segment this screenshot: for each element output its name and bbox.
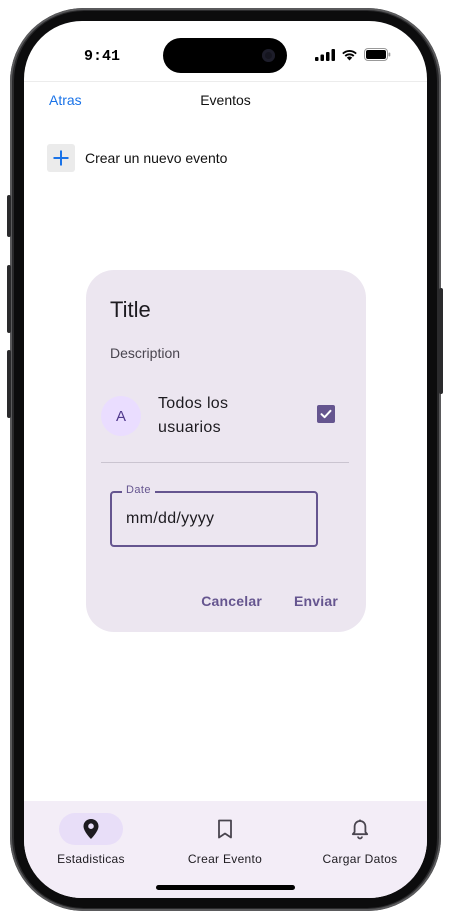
add-button[interactable] [47,144,75,172]
dialog-title-field[interactable]: Title [110,297,151,323]
bottom-navigation: Estadisticas Crear Evento Cargar Datos [24,801,427,898]
nav-label-crear-evento: Crear Evento [187,852,263,866]
cancel-button[interactable]: Cancelar [201,593,262,609]
avatar: A [101,396,141,436]
volume-up-button [7,265,11,333]
nav-item-estadisticas[interactable]: Estadisticas [24,813,158,866]
nav-item-crear-evento[interactable]: Crear Evento [158,813,292,866]
nav-label-estadisticas: Estadisticas [57,852,125,866]
status-time: 9:41 [84,48,121,65]
home-indicator[interactable] [156,885,295,890]
all-users-checkbox[interactable] [317,405,335,423]
plus-icon [53,150,69,166]
all-users-label: Todos los usuarios [158,395,229,436]
date-field[interactable]: Date [110,484,318,547]
bookmark-icon [218,819,232,839]
nav-item-cargar-datos[interactable]: Cargar Datos [293,813,427,866]
submit-button[interactable]: Enviar [294,593,338,609]
all-users-item[interactable]: A Todos los usuarios [101,392,349,444]
dialog-description-field[interactable]: Description [110,345,180,361]
create-event-label: Crear un nuevo evento [85,150,228,166]
nav-active-indicator [59,813,123,845]
wifi-icon [342,49,357,60]
create-event-row[interactable]: Crear un nuevo evento [47,144,227,172]
volume-down-button [7,350,11,418]
nav-header: Atras Eventos [24,81,427,117]
create-event-dialog: Title Description A Todos los usuarios D… [86,270,366,632]
nav-label-cargar-datos: Cargar Datos [322,852,398,866]
location-pin-icon [83,819,99,839]
dialog-actions: Cancelar Enviar [201,593,338,609]
power-button [439,288,443,394]
divider [101,462,349,463]
date-input[interactable] [126,507,306,531]
status-icons [315,48,391,61]
nav-pill [328,813,392,845]
action-button [7,195,11,237]
date-field-label: Date [122,484,155,496]
screen: 9:41 Atras Eventos Crear un nuevo evento… [24,21,427,898]
battery-icon [364,48,391,61]
cellular-signal-icon [315,48,335,61]
page-title: Eventos [200,92,251,108]
bell-icon [351,819,369,839]
nav-pill [193,813,257,845]
camera-icon [262,49,275,62]
dynamic-island [163,38,287,73]
checkmark-icon [320,409,332,419]
